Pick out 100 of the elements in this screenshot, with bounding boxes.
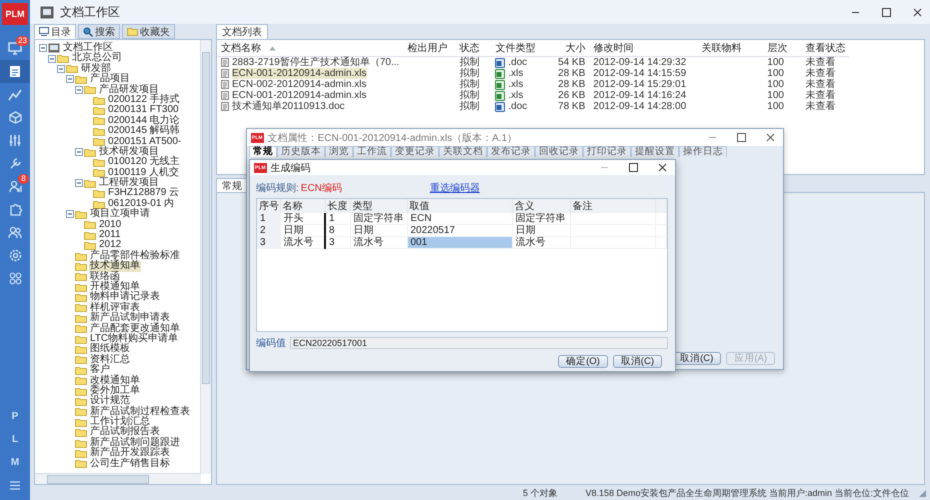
close-icon[interactable] [766, 133, 775, 142]
collapse-icon[interactable] [75, 86, 83, 94]
tree-item[interactable]: 0100119 人机交 [107, 168, 180, 178]
nav-button[interactable]: 23 [0, 37, 30, 60]
tree-item[interactable]: 北京总公司 [71, 53, 123, 64]
tree-item[interactable]: 2010 [98, 220, 122, 230]
column-header[interactable]: 查看状态 [801, 40, 850, 56]
dialog-button[interactable]: 确定(O) [558, 355, 608, 368]
tree-item[interactable]: 改模通知单 [89, 376, 141, 386]
code-value-field[interactable]: ECN20220517001 [290, 337, 668, 349]
tree-item[interactable]: 0200122 手持式 [107, 94, 181, 106]
file-name[interactable]: 技术通知单20110913.doc [232, 101, 345, 112]
folder-icon [75, 282, 87, 292]
tree-item[interactable]: 产品研发项目 [98, 84, 160, 95]
dialog-button[interactable]: 取消(C) [612, 355, 662, 368]
collapse-icon[interactable] [75, 179, 83, 188]
tree-item[interactable]: 工程研发项目 [98, 178, 160, 188]
scrollbar[interactable] [35, 473, 201, 484]
scrollbar[interactable] [200, 40, 211, 474]
tree-item[interactable]: 2011 [98, 230, 122, 240]
collapse-icon[interactable] [57, 64, 65, 73]
tree-item[interactable]: 0100120 无线主 [107, 157, 181, 168]
reselect-link[interactable]: 重选编码器 [430, 181, 480, 195]
dialog-tab[interactable]: 回收记录 [535, 146, 583, 157]
nav-button[interactable] [0, 60, 30, 83]
file-name[interactable]: ECN-001-20120914-admin.xls [232, 68, 367, 79]
folder-icon [75, 334, 87, 344]
table-cell-text: 78 KB [557, 101, 586, 112]
tree-item[interactable]: 产品项目 [89, 74, 131, 85]
dialog-tab[interactable]: 浏览 [325, 146, 353, 157]
maximize-icon[interactable] [629, 163, 638, 172]
maximize-icon[interactable] [882, 8, 891, 16]
collapse-icon[interactable] [48, 54, 56, 63]
table-cell: 开头 [280, 213, 325, 224]
tree-item[interactable]: 产品试制报告表 [89, 427, 161, 438]
tree-item[interactable]: 项目立项申请 [89, 209, 151, 220]
column-header[interactable]: 文档名称 [217, 40, 404, 56]
column-header[interactable]: 大小 [547, 40, 590, 56]
dialog-tab[interactable]: 工作流 [353, 146, 391, 157]
tree-item[interactable]: 图纸模板 [89, 344, 131, 355]
table-cell: 8 [325, 224, 350, 236]
file-name[interactable]: ECN-002-20120914-admin.xls [232, 79, 367, 90]
collapse-icon[interactable] [75, 148, 83, 156]
dialog-tab[interactable]: 历史版本 [277, 146, 325, 157]
tree-item[interactable]: 新产品开发跟踪表 [89, 448, 171, 459]
nav-button[interactable]: 8 [0, 175, 30, 198]
column-header[interactable]: 关联物料 [697, 40, 764, 56]
table-cell[interactable]: 001 [407, 236, 512, 248]
tree-item[interactable]: 新产品试制申请表 [89, 313, 171, 324]
tree-item[interactable]: 物料申请记录表 [89, 292, 161, 303]
close-icon[interactable] [658, 163, 667, 172]
dialog-tab[interactable]: 关联文档 [439, 146, 487, 157]
collapse-icon[interactable] [39, 44, 47, 52]
tree-item[interactable]: 公司生产销售目标 [89, 458, 171, 470]
tree-item[interactable]: 技术研发项目 [98, 146, 160, 158]
column-header[interactable]: 文件类型 [491, 40, 548, 56]
file-name[interactable]: 2883-2719暂停生产技术通知单（70... [232, 57, 400, 68]
dialog-tab[interactable]: 提醒设置 [631, 146, 679, 157]
dialog-tab[interactable]: 打印记录 [583, 146, 631, 157]
folder-icon [75, 324, 87, 334]
column-header[interactable]: 修改时间 [589, 40, 698, 56]
folder-icon [93, 200, 105, 209]
column-header[interactable]: 检出用户 [403, 40, 456, 56]
app-logo: PLM [2, 3, 28, 25]
list-tab[interactable]: 文档列表 [216, 24, 268, 39]
dialog-tab[interactable]: 常规 [249, 146, 277, 157]
dialog-tab[interactable]: 发布记录 [487, 146, 535, 157]
folder-icon [75, 74, 87, 84]
tree-item[interactable]: 联络函 [89, 272, 121, 282]
collapse-icon[interactable] [66, 75, 74, 84]
tree-item[interactable]: 0200151 AT500- [107, 136, 182, 147]
table-cell-text: 28 KB [557, 79, 586, 90]
collapse-icon[interactable] [66, 210, 74, 218]
column-header[interactable]: 状态 [455, 40, 492, 56]
tree-item[interactable]: 技术通知单 [89, 261, 141, 272]
table-cell[interactable]: ECN [407, 213, 512, 224]
maximize-icon[interactable] [737, 133, 746, 142]
tree-item[interactable]: 设计规范 [89, 396, 131, 407]
dialog-tab[interactable]: 变更记录 [391, 146, 439, 157]
table-cell-text: 28 KB [557, 68, 586, 79]
tree-item[interactable]: 2012 [98, 240, 122, 251]
panel-tab[interactable]: 目录 [34, 24, 76, 39]
rule-label: 编码规则: [256, 182, 299, 195]
panel-tab[interactable]: 收藏夹 [122, 24, 175, 39]
column-header[interactable]: 层次 [763, 40, 802, 56]
folder-icon [84, 148, 96, 157]
tree-item[interactable]: 产品配套更改通知单 [89, 324, 181, 334]
table-cell: 流水号 [512, 236, 570, 248]
tree-item[interactable]: 客户 [89, 365, 111, 376]
menu-icon[interactable] [10, 481, 20, 490]
tree-item[interactable]: F3HZ128879 云 [107, 188, 180, 199]
panel-tab[interactable]: 搜索 [78, 24, 120, 39]
close-icon[interactable] [913, 8, 922, 16]
spreadsheet-file-icon [495, 80, 506, 90]
tree-item[interactable]: 0200145 解码韩 [107, 126, 181, 137]
file-name[interactable]: ECN-001-20120914-admin.xls [232, 90, 367, 101]
panel-tab[interactable]: 常规 [216, 178, 248, 192]
dialog-tab[interactable]: 操作日志 [679, 146, 727, 157]
tree-item[interactable]: 0200131 FT300 [107, 105, 180, 116]
table-cell: 流水号 [350, 236, 407, 248]
